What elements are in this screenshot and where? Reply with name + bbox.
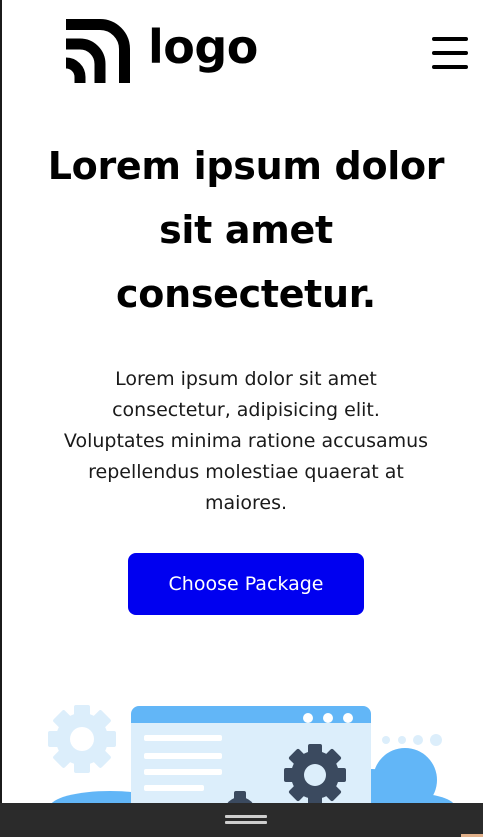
- logo-text: logo: [148, 20, 258, 74]
- hamburger-menu-icon[interactable]: [430, 35, 470, 72]
- choose-package-button[interactable]: Choose Package: [128, 553, 364, 615]
- hero-illustration: [0, 695, 483, 829]
- page: logo Lorem ipsum dolor sit amet consecte…: [0, 0, 483, 837]
- logo-link[interactable]: logo: [66, 19, 258, 83]
- site-header: logo: [0, 0, 483, 100]
- drag-handle-icon[interactable]: [225, 813, 267, 827]
- bottom-bar: [0, 803, 483, 837]
- logo-arcs-icon: [66, 19, 130, 83]
- hero-title: Lorem ipsum dolor sit amet consectetur.: [47, 144, 445, 316]
- hero-description: Lorem ipsum dolor sit amet consectetur, …: [63, 368, 429, 514]
